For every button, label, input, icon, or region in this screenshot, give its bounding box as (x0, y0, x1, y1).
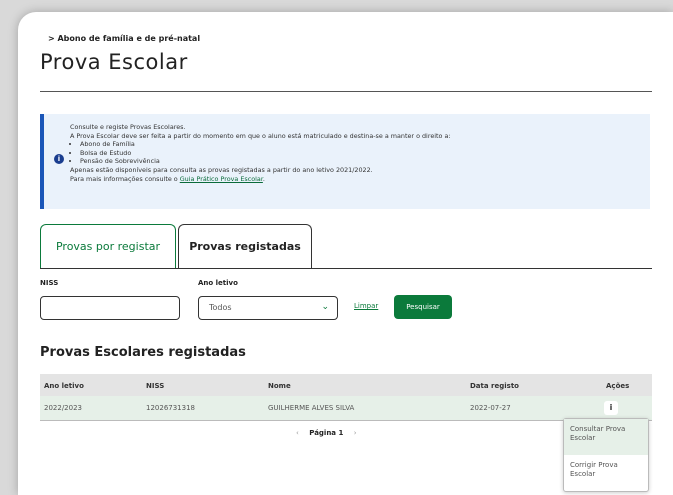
cell-ano: 2022/2023 (44, 404, 82, 412)
tab-provas-por-registar[interactable]: Provas por registar (40, 224, 176, 268)
info-icon: i (54, 154, 64, 164)
tab-divider (40, 268, 652, 269)
niss-input[interactable] (40, 296, 180, 320)
col-ano-letivo: Ano letivo (44, 382, 84, 390)
table-header: Ano letivo NISS Nome Data registo Ações (40, 374, 652, 396)
info-line: Consulte e registe Provas Escolares. (70, 123, 186, 131)
ano-letivo-label: Ano letivo (198, 279, 238, 287)
acoes-info-button[interactable]: i (604, 401, 618, 415)
ano-letivo-select[interactable]: Todos ⌄ (198, 296, 338, 320)
info-panel: i Consulte e registe Provas Escolares. A… (40, 114, 650, 209)
menu-item-corrigir[interactable]: Corrigir Prova Escolar (564, 455, 648, 491)
info-text-suffix: . (262, 174, 265, 183)
cell-niss: 12026731318 (146, 404, 195, 412)
page: > Abono de família e de pré-natal Prova … (18, 12, 673, 495)
info-line: A Prova Escolar deve ser feita a partir … (70, 131, 451, 140)
menu-item-consultar[interactable]: Consultar Prova Escolar (564, 419, 648, 455)
section-title: Provas Escolares registadas (40, 345, 246, 360)
col-data-registo: Data registo (470, 382, 519, 390)
limpar-link[interactable]: Limpar (354, 302, 378, 310)
cell-data: 2022-07-27 (470, 404, 511, 412)
tab-provas-registadas[interactable]: Provas registadas (178, 224, 312, 268)
cell-nome: GUILHERME ALVES SILVA (268, 404, 355, 412)
info-text-prefix: Para mais informações consulte o (70, 174, 180, 183)
col-nome: Nome (268, 382, 291, 390)
actions-menu: Consultar Prova Escolar Corrigir Prova E… (563, 418, 649, 492)
col-acoes: Ações (606, 382, 630, 390)
page-label: Página 1 (309, 429, 344, 437)
table-row: 2022/2023 12026731318 GUILHERME ALVES SI… (40, 396, 652, 420)
pagination: ‹ Página 1 › (288, 429, 365, 437)
info-bullet: Bolsa de Estudo (80, 149, 640, 158)
chevron-right-icon[interactable]: › (354, 429, 357, 437)
chevron-down-icon: ⌄ (321, 302, 329, 312)
pesquisar-button[interactable]: Pesquisar (394, 295, 452, 319)
ano-letivo-value: Todos (209, 303, 232, 312)
title-divider (40, 91, 652, 92)
info-bullet: Abono de Família (80, 140, 640, 149)
info-bullets: Abono de Família Bolsa de Estudo Pensão … (70, 140, 640, 166)
row-divider (40, 420, 652, 421)
guia-pratico-link[interactable]: Guia Prático Prova Escolar (180, 175, 263, 183)
page-title: Prova Escolar (40, 50, 188, 74)
info-text: Consulte e registe Provas Escolares. A P… (70, 123, 640, 183)
chevron-left-icon[interactable]: ‹ (296, 429, 299, 437)
info-line: Apenas estão disponíveis para consulta a… (70, 165, 373, 174)
info-line: Para mais informações consulte o Guia Pr… (70, 175, 640, 184)
niss-label: NISS (40, 279, 59, 287)
info-bullet: Pensão de Sobrevivência (80, 157, 640, 166)
col-niss: NISS (146, 382, 165, 390)
breadcrumb[interactable]: > Abono de família e de pré-natal (48, 34, 200, 43)
